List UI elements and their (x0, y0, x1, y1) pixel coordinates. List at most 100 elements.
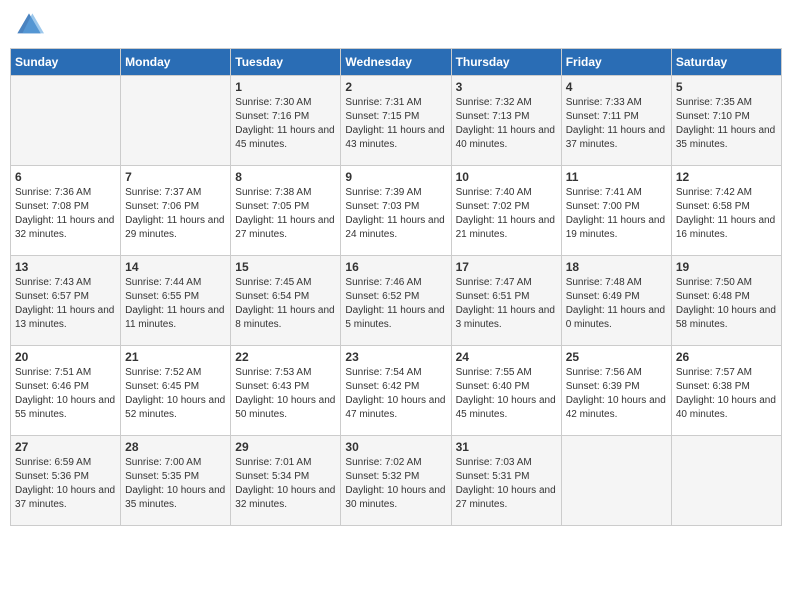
day-detail: Sunrise: 7:35 AMSunset: 7:10 PMDaylight:… (676, 96, 777, 152)
day-detail: Sunrise: 7:57 AMSunset: 6:38 PMDaylight:… (676, 366, 777, 422)
calendar-cell: 10 Sunrise: 7:40 AMSunset: 7:02 PMDaylig… (451, 166, 561, 256)
day-detail: Sunrise: 7:54 AMSunset: 6:42 PMDaylight:… (345, 366, 446, 422)
calendar-week-row: 6 Sunrise: 7:36 AMSunset: 7:08 PMDayligh… (11, 166, 782, 256)
calendar-cell: 15 Sunrise: 7:45 AMSunset: 6:54 PMDaylig… (231, 256, 341, 346)
page-header (10, 10, 782, 40)
calendar-cell: 25 Sunrise: 7:56 AMSunset: 6:39 PMDaylig… (561, 346, 671, 436)
day-number: 9 (345, 170, 446, 184)
day-detail: Sunrise: 7:40 AMSunset: 7:02 PMDaylight:… (456, 186, 557, 242)
calendar-cell: 14 Sunrise: 7:44 AMSunset: 6:55 PMDaylig… (121, 256, 231, 346)
calendar-cell (561, 436, 671, 526)
calendar-cell: 21 Sunrise: 7:52 AMSunset: 6:45 PMDaylig… (121, 346, 231, 436)
day-detail: Sunrise: 7:37 AMSunset: 7:06 PMDaylight:… (125, 186, 226, 242)
day-detail: Sunrise: 7:56 AMSunset: 6:39 PMDaylight:… (566, 366, 667, 422)
calendar-week-row: 13 Sunrise: 7:43 AMSunset: 6:57 PMDaylig… (11, 256, 782, 346)
calendar-cell (11, 76, 121, 166)
calendar-cell: 28 Sunrise: 7:00 AMSunset: 5:35 PMDaylig… (121, 436, 231, 526)
day-detail: Sunrise: 7:39 AMSunset: 7:03 PMDaylight:… (345, 186, 446, 242)
calendar-cell: 31 Sunrise: 7:03 AMSunset: 5:31 PMDaylig… (451, 436, 561, 526)
weekday-header-row: SundayMondayTuesdayWednesdayThursdayFrid… (11, 49, 782, 76)
day-detail: Sunrise: 7:47 AMSunset: 6:51 PMDaylight:… (456, 276, 557, 332)
day-detail: Sunrise: 7:44 AMSunset: 6:55 PMDaylight:… (125, 276, 226, 332)
weekday-header-cell: Wednesday (341, 49, 451, 76)
day-number: 29 (235, 440, 336, 454)
calendar-cell: 4 Sunrise: 7:33 AMSunset: 7:11 PMDayligh… (561, 76, 671, 166)
calendar-body: 1 Sunrise: 7:30 AMSunset: 7:16 PMDayligh… (11, 76, 782, 526)
calendar-week-row: 1 Sunrise: 7:30 AMSunset: 7:16 PMDayligh… (11, 76, 782, 166)
weekday-header-cell: Sunday (11, 49, 121, 76)
calendar-cell: 18 Sunrise: 7:48 AMSunset: 6:49 PMDaylig… (561, 256, 671, 346)
day-number: 15 (235, 260, 336, 274)
day-number: 25 (566, 350, 667, 364)
day-number: 22 (235, 350, 336, 364)
calendar-cell: 27 Sunrise: 6:59 AMSunset: 5:36 PMDaylig… (11, 436, 121, 526)
day-number: 30 (345, 440, 446, 454)
calendar-cell: 7 Sunrise: 7:37 AMSunset: 7:06 PMDayligh… (121, 166, 231, 256)
weekday-header-cell: Monday (121, 49, 231, 76)
calendar-cell (121, 76, 231, 166)
logo-icon (14, 10, 44, 40)
day-detail: Sunrise: 7:45 AMSunset: 6:54 PMDaylight:… (235, 276, 336, 332)
calendar-cell: 13 Sunrise: 7:43 AMSunset: 6:57 PMDaylig… (11, 256, 121, 346)
day-detail: Sunrise: 7:42 AMSunset: 6:58 PMDaylight:… (676, 186, 777, 242)
day-detail: Sunrise: 7:02 AMSunset: 5:32 PMDaylight:… (345, 456, 446, 512)
day-number: 5 (676, 80, 777, 94)
day-number: 17 (456, 260, 557, 274)
day-number: 31 (456, 440, 557, 454)
logo (14, 10, 48, 40)
calendar-cell: 19 Sunrise: 7:50 AMSunset: 6:48 PMDaylig… (671, 256, 781, 346)
calendar-cell: 11 Sunrise: 7:41 AMSunset: 7:00 PMDaylig… (561, 166, 671, 256)
calendar-cell: 24 Sunrise: 7:55 AMSunset: 6:40 PMDaylig… (451, 346, 561, 436)
day-number: 3 (456, 80, 557, 94)
weekday-header-cell: Tuesday (231, 49, 341, 76)
day-number: 19 (676, 260, 777, 274)
calendar-cell: 23 Sunrise: 7:54 AMSunset: 6:42 PMDaylig… (341, 346, 451, 436)
calendar-cell: 6 Sunrise: 7:36 AMSunset: 7:08 PMDayligh… (11, 166, 121, 256)
calendar-cell: 8 Sunrise: 7:38 AMSunset: 7:05 PMDayligh… (231, 166, 341, 256)
day-number: 20 (15, 350, 116, 364)
day-number: 14 (125, 260, 226, 274)
day-detail: Sunrise: 7:33 AMSunset: 7:11 PMDaylight:… (566, 96, 667, 152)
day-detail: Sunrise: 7:31 AMSunset: 7:15 PMDaylight:… (345, 96, 446, 152)
calendar-cell (671, 436, 781, 526)
calendar-week-row: 27 Sunrise: 6:59 AMSunset: 5:36 PMDaylig… (11, 436, 782, 526)
calendar-cell: 16 Sunrise: 7:46 AMSunset: 6:52 PMDaylig… (341, 256, 451, 346)
calendar-cell: 1 Sunrise: 7:30 AMSunset: 7:16 PMDayligh… (231, 76, 341, 166)
day-number: 2 (345, 80, 446, 94)
calendar-cell: 29 Sunrise: 7:01 AMSunset: 5:34 PMDaylig… (231, 436, 341, 526)
calendar-table: SundayMondayTuesdayWednesdayThursdayFrid… (10, 48, 782, 526)
calendar-cell: 3 Sunrise: 7:32 AMSunset: 7:13 PMDayligh… (451, 76, 561, 166)
day-number: 8 (235, 170, 336, 184)
day-number: 26 (676, 350, 777, 364)
day-number: 28 (125, 440, 226, 454)
calendar-cell: 26 Sunrise: 7:57 AMSunset: 6:38 PMDaylig… (671, 346, 781, 436)
day-number: 18 (566, 260, 667, 274)
day-number: 24 (456, 350, 557, 364)
day-detail: Sunrise: 7:55 AMSunset: 6:40 PMDaylight:… (456, 366, 557, 422)
day-number: 13 (15, 260, 116, 274)
calendar-cell: 30 Sunrise: 7:02 AMSunset: 5:32 PMDaylig… (341, 436, 451, 526)
weekday-header-cell: Thursday (451, 49, 561, 76)
day-detail: Sunrise: 7:01 AMSunset: 5:34 PMDaylight:… (235, 456, 336, 512)
day-detail: Sunrise: 7:50 AMSunset: 6:48 PMDaylight:… (676, 276, 777, 332)
day-detail: Sunrise: 7:38 AMSunset: 7:05 PMDaylight:… (235, 186, 336, 242)
day-detail: Sunrise: 7:36 AMSunset: 7:08 PMDaylight:… (15, 186, 116, 242)
day-detail: Sunrise: 7:03 AMSunset: 5:31 PMDaylight:… (456, 456, 557, 512)
calendar-cell: 2 Sunrise: 7:31 AMSunset: 7:15 PMDayligh… (341, 76, 451, 166)
day-detail: Sunrise: 7:41 AMSunset: 7:00 PMDaylight:… (566, 186, 667, 242)
day-number: 21 (125, 350, 226, 364)
weekday-header-cell: Saturday (671, 49, 781, 76)
weekday-header-cell: Friday (561, 49, 671, 76)
calendar-cell: 17 Sunrise: 7:47 AMSunset: 6:51 PMDaylig… (451, 256, 561, 346)
day-number: 10 (456, 170, 557, 184)
day-detail: Sunrise: 7:30 AMSunset: 7:16 PMDaylight:… (235, 96, 336, 152)
day-number: 11 (566, 170, 667, 184)
calendar-cell: 9 Sunrise: 7:39 AMSunset: 7:03 PMDayligh… (341, 166, 451, 256)
day-number: 23 (345, 350, 446, 364)
day-detail: Sunrise: 7:51 AMSunset: 6:46 PMDaylight:… (15, 366, 116, 422)
day-detail: Sunrise: 7:48 AMSunset: 6:49 PMDaylight:… (566, 276, 667, 332)
calendar-cell: 12 Sunrise: 7:42 AMSunset: 6:58 PMDaylig… (671, 166, 781, 256)
calendar-cell: 22 Sunrise: 7:53 AMSunset: 6:43 PMDaylig… (231, 346, 341, 436)
day-detail: Sunrise: 7:43 AMSunset: 6:57 PMDaylight:… (15, 276, 116, 332)
calendar-week-row: 20 Sunrise: 7:51 AMSunset: 6:46 PMDaylig… (11, 346, 782, 436)
